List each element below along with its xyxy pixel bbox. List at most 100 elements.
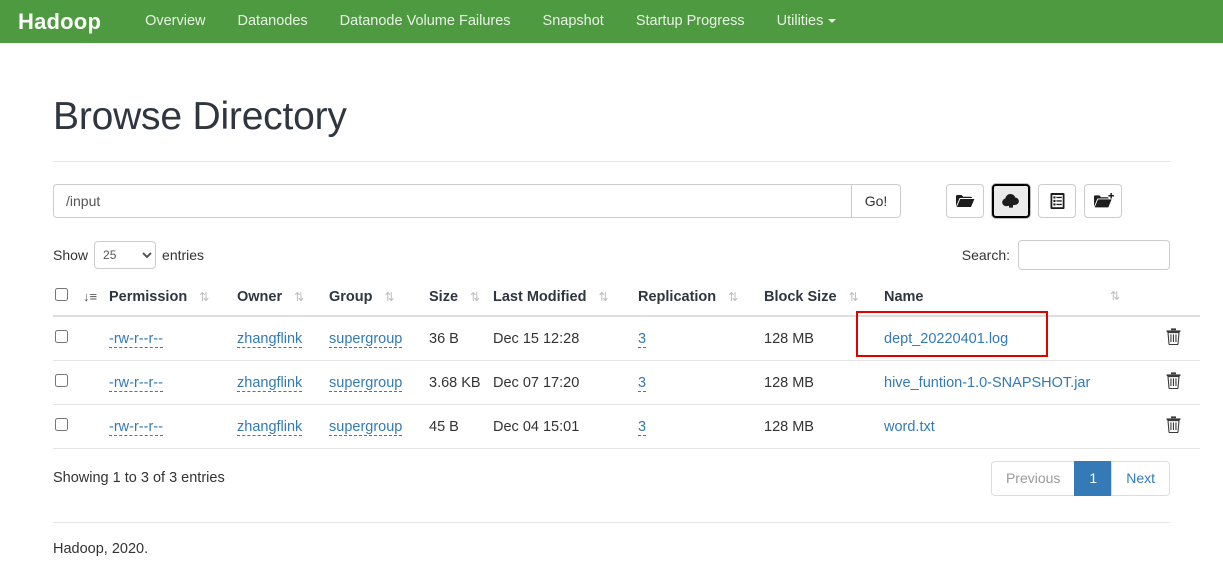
header-permission[interactable]: Permission ⇅	[109, 280, 237, 317]
table-head: ↓≡ Permission ⇅ Owner ⇅ Group ⇅ Size ⇅ L…	[53, 280, 1200, 317]
delete-file-button[interactable]	[1166, 328, 1181, 348]
replication-link[interactable]: 3	[638, 330, 647, 348]
pagination-next[interactable]: Next	[1111, 461, 1170, 496]
trash-icon	[1166, 372, 1181, 392]
header-name[interactable]: Name ⇅	[884, 280, 1154, 317]
cell-delete	[1154, 360, 1200, 405]
file-name-link[interactable]: word.txt	[884, 419, 935, 435]
owner-link[interactable]: zhangflink	[237, 418, 303, 436]
search-input[interactable]	[1018, 240, 1170, 270]
cell-replication: 3	[638, 404, 764, 449]
owner-link[interactable]: zhangflink	[237, 330, 303, 348]
cell-block-size: 128 MB	[764, 404, 884, 449]
nav-label-overview: Overview	[145, 13, 206, 29]
header-size[interactable]: Size ⇅	[429, 280, 493, 317]
folder-new-icon	[1093, 192, 1114, 210]
entries-per-page-select[interactable]: 25	[94, 241, 157, 269]
file-name-link[interactable]: hive_funtion-1.0-SNAPSHOT.jar	[884, 375, 1090, 391]
header-group-label: Group	[329, 289, 373, 305]
pagination: Previous 1 Next	[990, 461, 1170, 496]
cut-paste-button[interactable]	[1038, 184, 1076, 218]
header-sort-amount[interactable]: ↓≡	[83, 280, 109, 317]
table-row: -rw-r--r-- zhangflink supergroup 36 B De…	[53, 315, 1200, 361]
nav-item-datanodes[interactable]: Datanodes	[222, 0, 324, 43]
sort-arrows-icon: ⇅	[470, 290, 480, 304]
group-link[interactable]: supergroup	[329, 374, 403, 392]
header-block-size-label: Block Size	[764, 289, 837, 305]
group-link[interactable]: supergroup	[329, 418, 403, 436]
header-replication-label: Replication	[638, 289, 717, 305]
nav-label-snapshot: Snapshot	[542, 13, 604, 29]
delete-file-button[interactable]	[1166, 372, 1181, 392]
open-folder-button[interactable]	[946, 184, 984, 218]
file-name-link[interactable]: dept_20220401.log	[884, 331, 1008, 347]
header-owner[interactable]: Owner ⇅	[237, 280, 329, 317]
header-name-label: Name	[884, 289, 924, 305]
header-last-modified[interactable]: Last Modified ⇅	[493, 280, 638, 317]
header-select-all[interactable]	[53, 280, 83, 317]
header-block-size[interactable]: Block Size ⇅	[764, 280, 884, 317]
row-checkbox[interactable]	[55, 330, 68, 343]
go-button[interactable]: Go!	[851, 184, 901, 218]
cell-group: supergroup	[329, 404, 429, 449]
permission-link[interactable]: -rw-r--r--	[109, 418, 163, 436]
folder-open-icon	[955, 193, 975, 209]
trash-icon	[1166, 416, 1181, 436]
search-filter: Search:	[962, 240, 1170, 270]
owner-link[interactable]: zhangflink	[237, 374, 303, 392]
clipboard-list-icon	[1049, 192, 1066, 210]
nav-item-snapshot[interactable]: Snapshot	[527, 0, 620, 43]
header-delete	[1154, 280, 1200, 317]
upload-files-button[interactable]	[992, 184, 1030, 218]
sort-arrows-icon: ⇅	[598, 290, 608, 304]
directory-listing-table: ↓≡ Permission ⇅ Owner ⇅ Group ⇅ Size ⇅ L…	[53, 280, 1200, 449]
chevron-down-icon	[828, 19, 837, 24]
group-link[interactable]: supergroup	[329, 330, 403, 348]
new-directory-button[interactable]	[1084, 184, 1122, 218]
replication-link[interactable]: 3	[638, 374, 647, 392]
nav-item-overview[interactable]: Overview	[129, 0, 221, 43]
cell-owner: zhangflink	[237, 315, 329, 361]
sort-arrows-icon: ⇅	[848, 290, 859, 304]
title-divider	[53, 161, 1170, 162]
row-select-cell[interactable]	[53, 404, 83, 449]
row-select-cell[interactable]	[53, 360, 83, 405]
permission-link[interactable]: -rw-r--r--	[109, 330, 163, 348]
cell-size: 45 B	[429, 404, 493, 449]
delete-file-button[interactable]	[1166, 416, 1181, 436]
entries-label: entries	[162, 247, 205, 263]
path-toolbar: Go!	[53, 184, 1170, 218]
main-navbar: Hadoop Overview Datanodes Datanode Volum…	[0, 0, 1223, 43]
cell-group: supergroup	[329, 360, 429, 405]
trash-icon	[1166, 328, 1181, 348]
row-spacer-cell	[83, 315, 109, 361]
pagination-page-1[interactable]: 1	[1074, 461, 1112, 496]
replication-link[interactable]: 3	[638, 418, 647, 436]
nav-item-utilities[interactable]: Utilities	[761, 0, 853, 43]
directory-path-input[interactable]	[53, 184, 851, 218]
pagination-previous[interactable]: Previous	[990, 461, 1075, 496]
cell-owner: zhangflink	[237, 360, 329, 405]
select-all-checkbox[interactable]	[55, 288, 68, 301]
cell-block-size: 128 MB	[764, 360, 884, 405]
row-checkbox[interactable]	[55, 374, 68, 387]
cell-name: hive_funtion-1.0-SNAPSHOT.jar	[884, 360, 1154, 405]
cell-permission: -rw-r--r--	[109, 315, 237, 361]
table-body: -rw-r--r-- zhangflink supergroup 36 B De…	[53, 315, 1200, 449]
cell-replication: 3	[638, 360, 764, 405]
path-input-group: Go!	[53, 184, 901, 218]
header-group[interactable]: Group ⇅	[329, 280, 429, 317]
nav-item-datanode-volume-failures[interactable]: Datanode Volume Failures	[324, 0, 527, 43]
sort-arrows-icon: ⇅	[384, 290, 395, 304]
header-size-label: Size	[429, 289, 459, 305]
sort-arrows-icon: ⇅	[199, 290, 209, 304]
table-row: -rw-r--r-- zhangflink supergroup 3.68 KB…	[53, 360, 1200, 405]
brand-hadoop[interactable]: Hadoop	[18, 9, 115, 35]
header-permission-label: Permission	[109, 289, 188, 305]
header-replication[interactable]: Replication ⇅	[638, 280, 764, 317]
row-checkbox[interactable]	[55, 418, 68, 431]
nav-item-startup-progress[interactable]: Startup Progress	[620, 0, 761, 43]
search-label: Search:	[961, 247, 1010, 263]
row-select-cell[interactable]	[53, 315, 83, 361]
permission-link[interactable]: -rw-r--r--	[109, 374, 163, 392]
